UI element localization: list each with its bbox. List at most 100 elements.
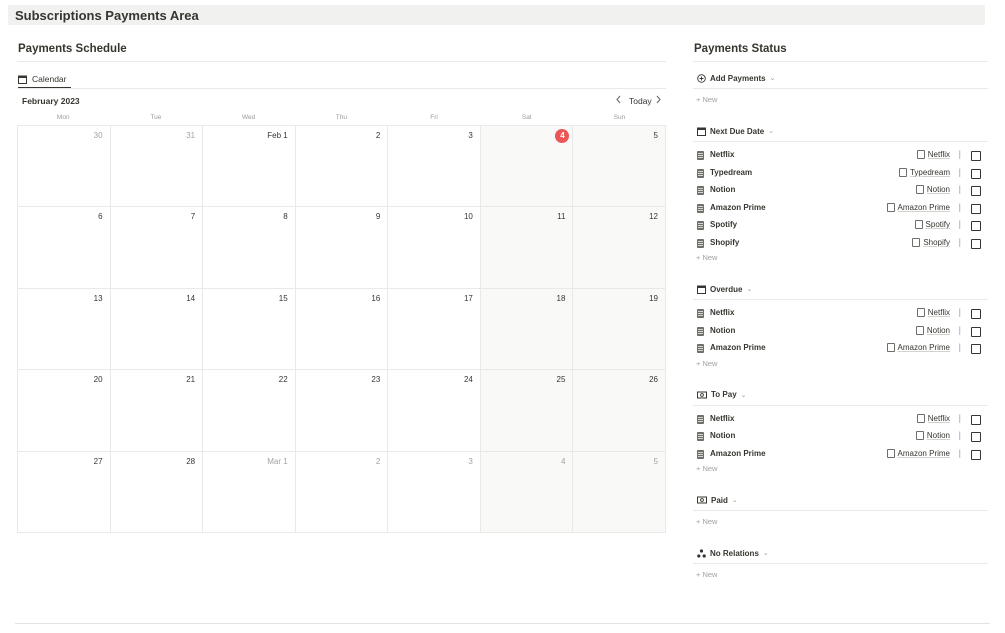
item-name[interactable]: Amazon Prime (710, 203, 766, 212)
paid-checkbox[interactable] (971, 238, 981, 249)
relation-link[interactable]: Netflix (916, 308, 950, 317)
add-new-button[interactable]: + New (696, 464, 717, 476)
calendar-day-cell[interactable]: 28 (110, 451, 204, 533)
calendar-day-cell[interactable]: 14 (110, 288, 204, 371)
calendar-day-cell[interactable]: 23 (295, 370, 389, 452)
chevron-down-icon[interactable]: ⌄ (768, 127, 774, 135)
item-name[interactable]: Amazon Prime (710, 343, 766, 352)
add-new-button[interactable]: + New (696, 253, 717, 265)
relation-link[interactable]: Amazon Prime (886, 343, 950, 352)
paid-checkbox[interactable] (971, 414, 981, 425)
calendar-day-cell[interactable]: 20 (18, 370, 111, 452)
add-new-button[interactable]: + New (696, 517, 717, 529)
paid-checkbox[interactable] (971, 168, 981, 179)
paid-checkbox[interactable] (971, 449, 981, 460)
calendar-day-cell[interactable]: 26 (573, 370, 666, 452)
calendar-day-cell[interactable]: 5 (573, 451, 666, 533)
calendar-day-cell[interactable]: 2 (295, 451, 389, 533)
calendar-day-cell[interactable]: 4 (480, 451, 574, 533)
item-name[interactable]: Netflix (710, 414, 734, 423)
add-new-button[interactable]: + New (696, 359, 717, 371)
calendar-day-cell[interactable]: 22 (203, 370, 296, 452)
calendar-day-cell[interactable]: 5 (573, 126, 666, 208)
item-name[interactable]: Netflix (710, 308, 734, 317)
calendar-day-cell[interactable]: 25 (480, 370, 574, 452)
calendar-day-cell[interactable]: 3 (388, 126, 481, 208)
relation-link[interactable]: Notion (915, 325, 950, 335)
calendar-day-cell[interactable]: 3 (388, 451, 481, 533)
chevron-down-icon[interactable]: ⌄ (741, 391, 747, 399)
chevron-down-icon[interactable]: ⌄ (763, 549, 769, 557)
calendar-day-cell[interactable]: 15 (203, 288, 296, 371)
calendar-day-cell[interactable]: 18 (480, 288, 574, 371)
payment-item[interactable]: Amazon Prime Amazon Prime | (696, 202, 986, 216)
payment-item[interactable]: Netflix Netflix | (696, 149, 986, 163)
calendar-day-cell[interactable]: 27 (18, 451, 111, 533)
item-name[interactable]: Notion (710, 431, 735, 440)
group-add-payments[interactable]: Add Payments ⌄ (697, 71, 775, 85)
next-month-button[interactable] (655, 95, 662, 106)
calendar-day-cell[interactable]: 12 (573, 207, 666, 289)
paid-checkbox[interactable] (971, 221, 981, 231)
paid-checkbox[interactable] (971, 186, 981, 196)
relation-link[interactable]: Netflix (916, 150, 950, 159)
calendar-day-cell[interactable]: 17 (388, 288, 481, 371)
add-new-button[interactable]: + New (696, 570, 717, 582)
paid-checkbox[interactable] (971, 326, 981, 337)
calendar-day-cell[interactable]: 2 (295, 126, 389, 208)
payment-item[interactable]: Amazon Prime Amazon Prime | (696, 448, 986, 462)
paid-checkbox[interactable] (971, 309, 981, 319)
payment-item[interactable]: Shopify Shopify | (696, 237, 986, 251)
calendar-day-cell[interactable]: Feb 1 (203, 126, 296, 208)
calendar-day-cell[interactable]: 4 (480, 126, 574, 208)
calendar-day-cell[interactable]: 9 (295, 207, 389, 289)
item-name[interactable]: Amazon Prime (710, 449, 766, 458)
group-paid[interactable]: Paid ⌄ (697, 493, 738, 507)
calendar-day-cell[interactable]: 8 (203, 207, 296, 289)
calendar-day-cell[interactable]: 24 (388, 370, 481, 452)
add-new-button[interactable]: + New (696, 95, 717, 107)
calendar-day-cell[interactable]: 7 (110, 207, 204, 289)
today-button[interactable]: Today (629, 96, 652, 106)
calendar-day-cell[interactable]: 6 (18, 207, 111, 289)
item-name[interactable]: Notion (710, 185, 735, 194)
payment-item[interactable]: Notion Notion | (696, 325, 986, 339)
relation-link[interactable]: Amazon Prime (886, 202, 950, 212)
relation-link[interactable]: Notion (915, 431, 950, 440)
calendar-day-cell[interactable]: 21 (110, 370, 204, 452)
calendar-day-cell[interactable]: 30 (18, 126, 111, 208)
payment-item[interactable]: Netflix Netflix | (696, 413, 986, 427)
relation-link[interactable]: Spotify (914, 220, 950, 229)
chevron-down-icon[interactable]: ⌄ (770, 74, 776, 82)
paid-checkbox[interactable] (971, 151, 981, 161)
payment-item[interactable]: Notion Notion | (696, 184, 986, 198)
relation-link[interactable]: Netflix (916, 413, 950, 423)
calendar-day-cell[interactable]: 11 (480, 207, 574, 289)
relation-link[interactable]: Notion (915, 185, 950, 194)
payment-item[interactable]: Notion Notion | (696, 430, 986, 444)
payment-item[interactable]: Spotify Spotify | (696, 219, 986, 233)
calendar-day-cell[interactable]: 16 (295, 288, 389, 371)
calendar-day-cell[interactable]: 19 (573, 288, 666, 371)
prev-month-button[interactable] (615, 95, 622, 106)
payment-item[interactable]: Netflix Netflix | (696, 307, 986, 321)
group-next-due-date[interactable]: Next Due Date ⌄ (697, 124, 774, 138)
calendar-day-cell[interactable]: 31 (110, 126, 204, 208)
payment-item[interactable]: Amazon Prime Amazon Prime | (696, 342, 986, 356)
paid-checkbox[interactable] (971, 432, 981, 442)
group-overdue[interactable]: Overdue ⌄ (697, 282, 752, 296)
item-name[interactable]: Notion (710, 326, 735, 335)
item-name[interactable]: Spotify (710, 220, 737, 229)
paid-checkbox[interactable] (971, 344, 981, 354)
paid-checkbox[interactable] (971, 203, 981, 214)
group-no-relations[interactable]: No Relations ⌄ (697, 546, 769, 560)
payment-item[interactable]: Typedream Typedream | (696, 167, 986, 181)
chevron-down-icon[interactable]: ⌄ (732, 496, 738, 504)
calendar-day-cell[interactable]: Mar 1 (203, 451, 296, 533)
calendar-day-cell[interactable]: 10 (388, 207, 481, 289)
relation-link[interactable]: Shopify (912, 237, 950, 247)
item-name[interactable]: Netflix (710, 150, 734, 159)
tab-calendar[interactable]: Calendar (18, 70, 67, 88)
group-to-pay[interactable]: To Pay ⌄ (697, 388, 747, 402)
relation-link[interactable]: Amazon Prime (886, 448, 950, 458)
